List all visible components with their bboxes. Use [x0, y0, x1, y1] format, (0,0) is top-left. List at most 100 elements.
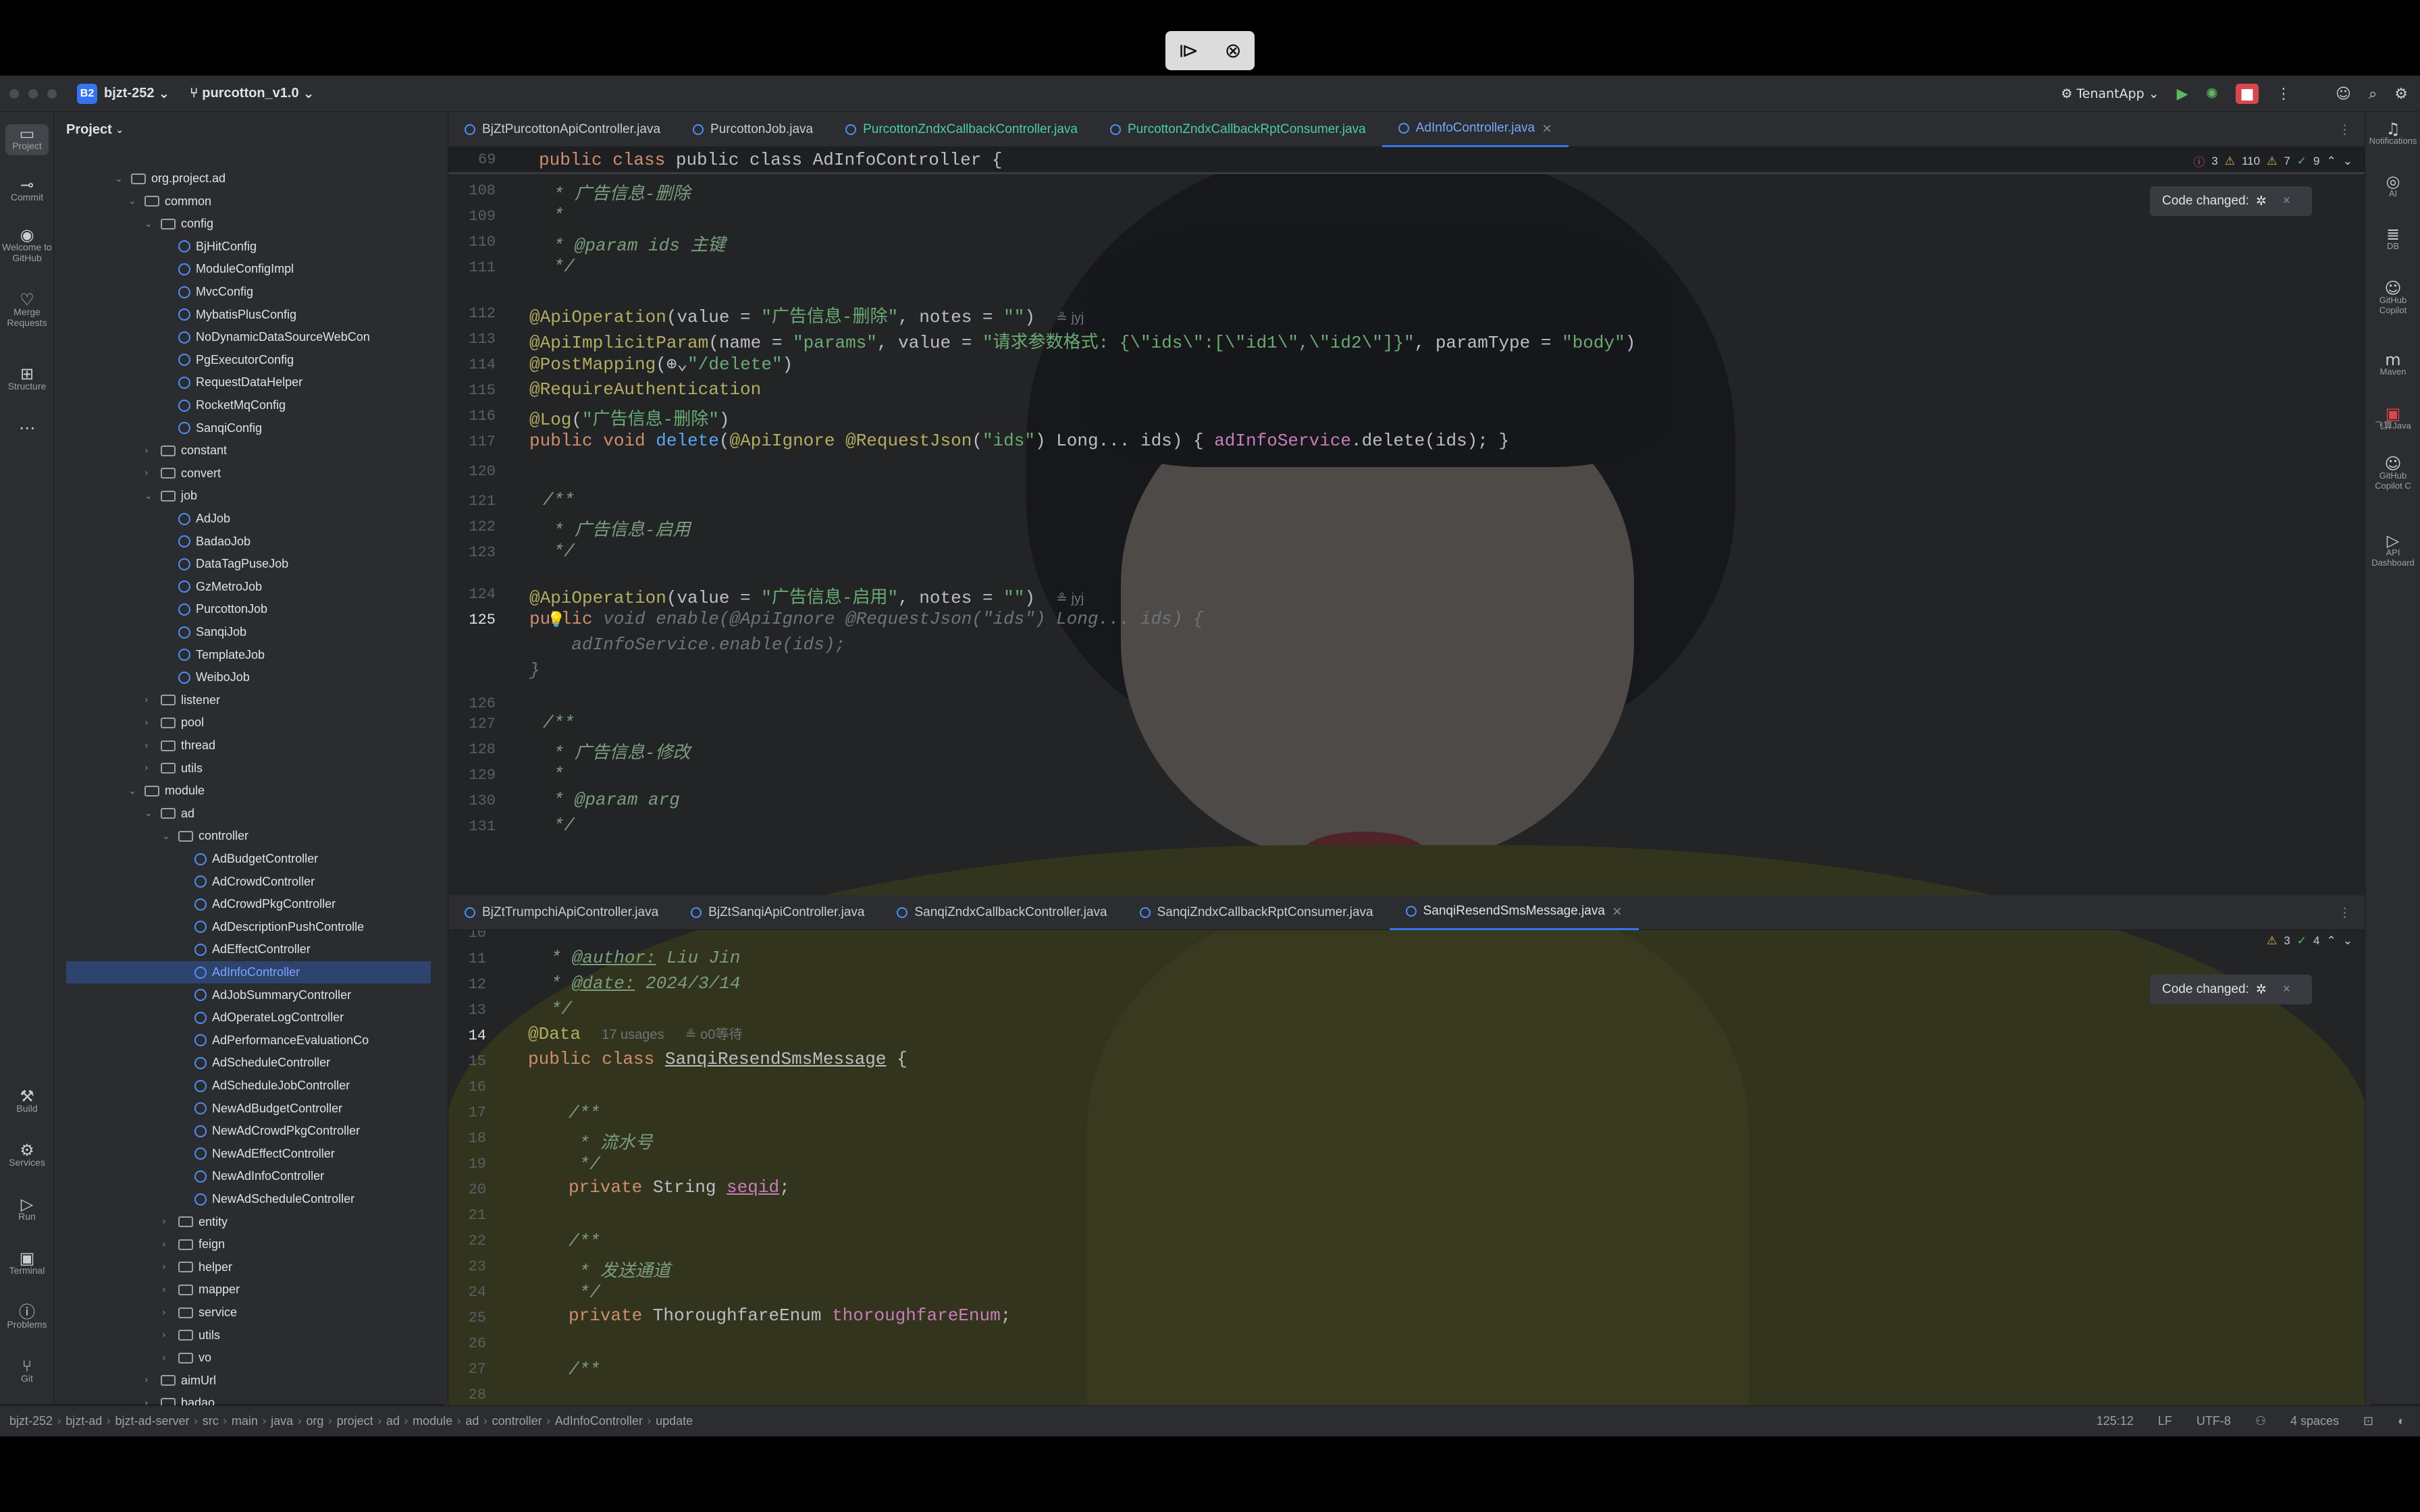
- chevron-down-icon[interactable]: ⌄: [162, 831, 174, 842]
- tab-options-icon[interactable]: ⋮: [2338, 122, 2351, 137]
- chevron-right-icon[interactable]: ›: [162, 1285, 174, 1295]
- tree-class[interactable]: AdOperateLogController: [178, 1006, 344, 1029]
- git-tool-button[interactable]: ⑂ Git: [0, 1358, 54, 1384]
- copilot-chat-tool-button[interactable]: ☺ GitHub Copilot C: [2365, 456, 2420, 491]
- tree-class[interactable]: AdScheduleJobController: [178, 1075, 350, 1097]
- breadcrumb-item[interactable]: org: [306, 1414, 323, 1428]
- tab-purcotton-zndx-callback-controller[interactable]: PurcottonZndxCallbackController.java: [829, 112, 1094, 147]
- tree-folder[interactable]: › constant: [144, 439, 227, 462]
- commit-tool-button[interactable]: ⊸ Commit: [0, 177, 54, 202]
- tab-purcotton-job[interactable]: PurcottonJob.java: [677, 112, 829, 147]
- editor-bottom[interactable]: ⚠ 3 ✓ 4 ⌃ ⌄ Code changed: ✲ × 10 11 12 13 14 15 16 1…: [448, 930, 2365, 1405]
- tree-class[interactable]: DataTagPuseJob: [162, 553, 288, 575]
- build-tool-button[interactable]: ⚒ Build: [0, 1088, 54, 1114]
- tab-bjzt-trumpchi-api[interactable]: BjZtTrumpchiApiController.java: [448, 895, 675, 930]
- tree-folder[interactable]: ⌄ controller: [162, 825, 248, 847]
- tree-folder[interactable]: › entity: [162, 1211, 228, 1233]
- problems-tool-button[interactable]: ⓘ Problems: [0, 1304, 54, 1330]
- chevron-right-icon[interactable]: ›: [144, 740, 157, 751]
- tree-class[interactable]: ModuleConfigImpl: [162, 258, 294, 280]
- tab-sanqi-zndx-callback-controller[interactable]: SanqiZndxCallbackController.java: [880, 895, 1123, 930]
- tree-class[interactable]: BadaoJob: [162, 531, 251, 553]
- tree-class[interactable]: AdPerformanceEvaluationCo: [178, 1029, 369, 1052]
- ai-tool-button[interactable]: ◎ AI: [2365, 173, 2420, 198]
- inspection-widget[interactable]: ⓘ 3 ⚠ 110 ⚠ 7 ✓ 9 ⌃ ⌄: [2193, 153, 2352, 169]
- breadcrumb-item[interactable]: project: [337, 1414, 373, 1428]
- tree-class[interactable]: PgExecutorConfig: [162, 349, 294, 371]
- tree-folder[interactable]: › aimUrl: [144, 1370, 216, 1392]
- screen-share-control[interactable]: ⧐ ⊗: [1165, 31, 1255, 70]
- memory-indicator-icon[interactable]: ◐: [2398, 1414, 2405, 1428]
- tab-sanqi-zndx-callback-rpt-consumer[interactable]: SanqiZndxCallbackRptConsumer.java: [1124, 895, 1390, 930]
- chevron-down-icon[interactable]: ⌄: [115, 173, 127, 184]
- structure-tool-button[interactable]: ⊞ Structure: [0, 366, 54, 392]
- vcs-icon[interactable]: ⚇: [2255, 1414, 2266, 1428]
- breadcrumb-item[interactable]: main: [232, 1414, 258, 1428]
- tab-ad-info-controller[interactable]: AdInfoController.java ×: [1382, 112, 1569, 147]
- project-tool-button[interactable]: ▭ Project: [5, 124, 49, 155]
- chevron-right-icon[interactable]: ›: [144, 763, 157, 774]
- more-tools-button[interactable]: ⋯: [0, 420, 54, 436]
- minimize-window-button[interactable]: [28, 88, 38, 99]
- chevron-right-icon[interactable]: ›: [162, 1239, 174, 1250]
- debug-icon[interactable]: ✺: [2206, 86, 2218, 103]
- tree-class[interactable]: AdEffectController: [178, 938, 311, 961]
- tree-folder[interactable]: › convert: [144, 462, 221, 485]
- tab-options-icon[interactable]: ⋮: [2338, 905, 2351, 920]
- stop-icon[interactable]: ■: [2236, 84, 2259, 104]
- breadcrumb-item[interactable]: ad: [465, 1414, 479, 1428]
- branch-selector[interactable]: ⑂ purcotton_v1.0 ⌄: [190, 85, 314, 102]
- code-changed-popup[interactable]: Code changed: ✲ ×: [2150, 975, 2312, 1004]
- tree-class[interactable]: MybatisPlusConfig: [162, 304, 296, 326]
- tree-folder[interactable]: › helper: [162, 1256, 232, 1278]
- zoom-window-button[interactable]: [47, 88, 57, 99]
- tab-bjzt-purcotton-api[interactable]: BjZtPurcottonApiController.java: [448, 112, 677, 147]
- chevron-down-icon[interactable]: ⌄: [128, 196, 140, 207]
- tree-folder[interactable]: › pool: [144, 711, 204, 734]
- maven-tool-button[interactable]: m Maven: [2365, 352, 2420, 377]
- run-config-selector[interactable]: ⚙ TenantApp ⌄: [2061, 86, 2159, 101]
- project-badge[interactable]: B2: [77, 83, 97, 104]
- services-tool-button[interactable]: ⚙ Services: [0, 1142, 54, 1168]
- tree-class[interactable]: PurcottonJob: [162, 598, 267, 620]
- chevron-right-icon[interactable]: ›: [162, 1353, 174, 1364]
- chevron-right-icon[interactable]: ›: [144, 468, 157, 479]
- breadcrumb-item[interactable]: AdInfoController: [555, 1414, 643, 1428]
- chevron-right-icon[interactable]: ›: [144, 1375, 157, 1386]
- chevron-down-icon[interactable]: ⌄: [128, 786, 140, 796]
- tree-folder[interactable]: › mapper: [162, 1278, 240, 1301]
- chevron-down-icon[interactable]: ⌄: [144, 219, 157, 230]
- breadcrumb-item[interactable]: module: [413, 1414, 452, 1428]
- db-tool-button[interactable]: ≣ DB: [2365, 226, 2420, 251]
- breadcrumb-item[interactable]: java: [271, 1414, 293, 1428]
- tree-folder[interactable]: › listener: [144, 689, 220, 711]
- tree-folder[interactable]: › feign: [162, 1233, 225, 1256]
- line-separator[interactable]: LF: [2158, 1414, 2172, 1428]
- tree-folder[interactable]: › service: [162, 1301, 237, 1324]
- run-icon[interactable]: ▶: [2177, 86, 2188, 103]
- tree-class[interactable]: MvcConfig: [162, 281, 253, 303]
- tab-purcotton-zndx-callback-rpt-consumer[interactable]: PurcottonZndxCallbackRptConsumer.java: [1094, 112, 1382, 147]
- chevron-down-icon[interactable]: ⌄: [144, 808, 157, 819]
- chevron-right-icon[interactable]: ›: [144, 695, 157, 705]
- tree-class[interactable]: SanqiConfig: [162, 417, 262, 439]
- tree-class[interactable]: BjHitConfig: [162, 236, 257, 258]
- chevron-right-icon[interactable]: ›: [144, 718, 157, 728]
- tree-class[interactable]: GzMetroJob: [162, 576, 262, 598]
- tree-folder[interactable]: ⌄ common: [128, 190, 211, 213]
- code-changed-popup[interactable]: Code changed: ✲ ×: [2150, 186, 2312, 216]
- tree-folder[interactable]: › vo: [162, 1347, 211, 1369]
- feisuan-tool-button[interactable]: ▣ 飞算Java: [2365, 406, 2420, 431]
- tree-class[interactable]: AdScheduleController: [178, 1052, 330, 1074]
- tree-class[interactable]: NewAdInfoController: [178, 1165, 324, 1187]
- breadcrumb-item[interactable]: bjzt-ad-server: [115, 1414, 189, 1428]
- tree-class[interactable]: AdDescriptionPushControlle: [178, 916, 364, 938]
- chevron-down-icon[interactable]: ⌄: [144, 491, 157, 502]
- lightbulb-icon[interactable]: 💡: [547, 612, 565, 628]
- inspection-widget[interactable]: ⚠ 3 ✓ 4 ⌃ ⌄: [2267, 934, 2352, 948]
- project-selector[interactable]: bjzt-252 ⌄: [104, 85, 169, 102]
- tab-sanqi-resend-sms-message[interactable]: SanqiResendSmsMessage.java ×: [1389, 895, 1639, 930]
- breadcrumb-item[interactable]: update: [656, 1414, 693, 1428]
- notifications-tool-button[interactable]: ♫ Notifications: [2365, 121, 2420, 146]
- tree-folder[interactable]: ⌄ module: [128, 780, 205, 802]
